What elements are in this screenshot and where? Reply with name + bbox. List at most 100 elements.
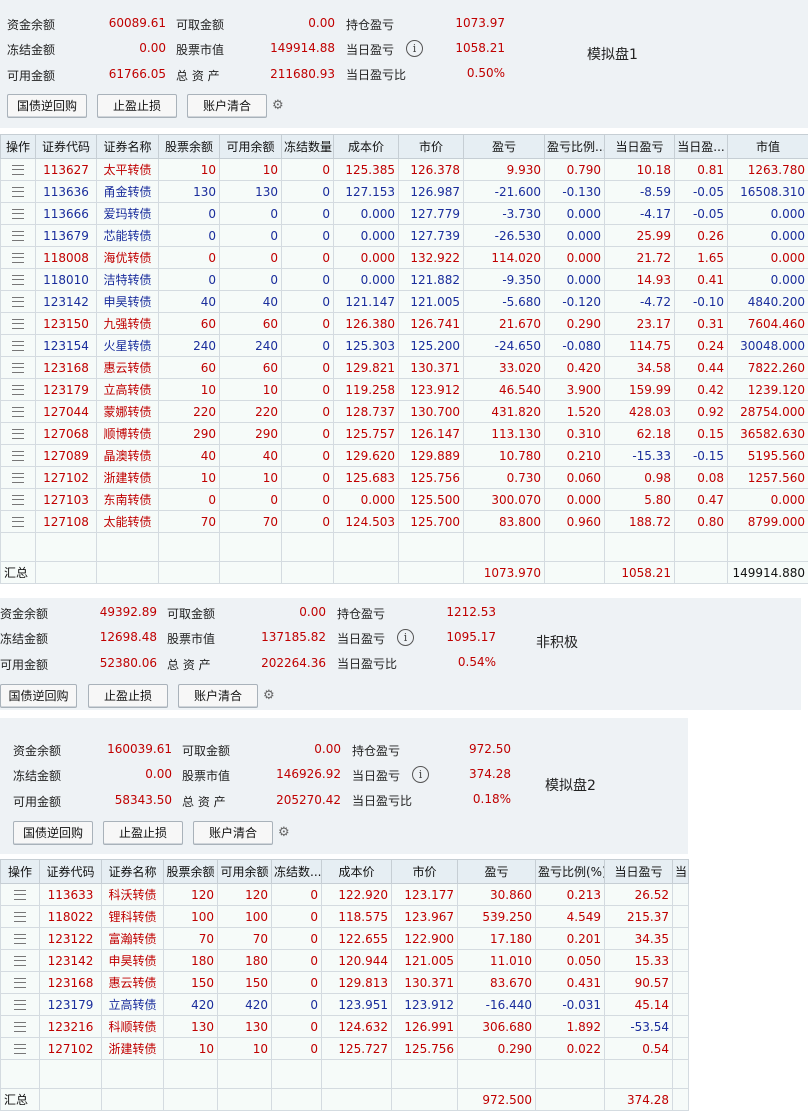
table-row[interactable]: 127102 浙建转债 10 10 0 125.683 125.756 0.730 0.060 0… bbox=[0, 466, 808, 489]
row-menu-cell[interactable] bbox=[0, 466, 36, 489]
repo-button[interactable]: 国债逆回购 bbox=[13, 821, 93, 845]
row-menu-cell[interactable] bbox=[0, 883, 40, 906]
table-row[interactable]: 113679 芯能转债 0 0 0 0.000 127.739 -26.530 0.000 25.… bbox=[0, 224, 808, 247]
row-menu-cell[interactable] bbox=[0, 246, 36, 269]
column-header[interactable]: 冻结数量 bbox=[281, 134, 334, 159]
info-icon[interactable]: i bbox=[406, 40, 423, 57]
hamburger-menu-icon[interactable] bbox=[12, 296, 24, 307]
hamburger-menu-icon[interactable] bbox=[12, 252, 24, 263]
row-menu-cell[interactable] bbox=[0, 312, 36, 335]
row-menu-cell[interactable] bbox=[0, 1015, 40, 1038]
column-header[interactable]: 证券代码 bbox=[39, 859, 102, 884]
clear-account-button[interactable]: 账户清合 bbox=[193, 821, 273, 845]
table-row[interactable]: 123154 火星转债 240 240 0 125.303 125.200 -24.650 -0… bbox=[0, 334, 808, 357]
row-menu-cell[interactable] bbox=[0, 378, 36, 401]
table-row[interactable]: 127068 顺博转债 290 290 0 125.757 126.147 113.130 0.… bbox=[0, 422, 808, 445]
table-row[interactable]: 118008 海优转债 0 0 0 0.000 132.922 114.020 0.000 21.… bbox=[0, 246, 808, 269]
stop-button[interactable]: 止盈止损 bbox=[103, 821, 183, 845]
table-row[interactable]: 123142 申昊转债 180 180 0 120.944 121.005 11.010 0.0… bbox=[0, 949, 689, 972]
hamburger-menu-icon[interactable] bbox=[12, 230, 24, 241]
table-row[interactable]: 123168 惠云转债 60 60 0 129.821 130.371 33.020 0.420… bbox=[0, 356, 808, 379]
hamburger-menu-icon[interactable] bbox=[12, 186, 24, 197]
row-menu-cell[interactable] bbox=[0, 158, 36, 181]
column-header[interactable]: 市值 bbox=[727, 134, 808, 159]
table-row[interactable]: 113633 科沃转债 120 120 0 122.920 123.177 30.860 0.2… bbox=[0, 883, 689, 906]
hamburger-menu-icon[interactable] bbox=[12, 428, 24, 439]
column-header[interactable]: 市价 bbox=[398, 134, 464, 159]
row-menu-cell[interactable] bbox=[0, 400, 36, 423]
clear-account-button[interactable]: 账户清合 bbox=[178, 684, 258, 708]
info-icon[interactable]: i bbox=[397, 629, 414, 646]
column-header[interactable]: 盈亏 bbox=[457, 859, 536, 884]
hamburger-menu-icon[interactable] bbox=[14, 911, 26, 922]
hamburger-menu-icon[interactable] bbox=[12, 208, 24, 219]
table-row[interactable]: 127103 东南转债 0 0 0 0.000 125.500 300.070 0.000 5.8… bbox=[0, 488, 808, 511]
stop-button[interactable]: 止盈止损 bbox=[97, 94, 177, 118]
row-menu-cell[interactable] bbox=[0, 356, 36, 379]
row-menu-cell[interactable] bbox=[0, 1037, 40, 1060]
row-menu-cell[interactable] bbox=[0, 971, 40, 994]
hamburger-menu-icon[interactable] bbox=[14, 933, 26, 944]
row-menu-cell[interactable] bbox=[0, 224, 36, 247]
row-menu-cell[interactable] bbox=[0, 444, 36, 467]
column-header[interactable]: 冻结数... bbox=[271, 859, 322, 884]
table-row[interactable]: 113627 太平转债 10 10 0 125.385 126.378 9.930 0.790 1… bbox=[0, 158, 808, 181]
table-row[interactable]: 118010 洁特转债 0 0 0 0.000 121.882 -9.350 0.000 14.9… bbox=[0, 268, 808, 291]
gear-icon[interactable]: ⚙ bbox=[263, 688, 275, 703]
table-row[interactable]: 127108 太能转债 70 70 0 124.503 125.700 83.800 0.960… bbox=[0, 510, 808, 533]
row-menu-cell[interactable] bbox=[0, 422, 36, 445]
table-row[interactable]: 127089 晶澳转债 40 40 0 129.620 129.889 10.780 0.210… bbox=[0, 444, 808, 467]
column-header[interactable]: 当日盈亏 bbox=[604, 859, 673, 884]
hamburger-menu-icon[interactable] bbox=[12, 472, 24, 483]
row-menu-cell[interactable] bbox=[0, 334, 36, 357]
hamburger-menu-icon[interactable] bbox=[14, 1043, 26, 1054]
hamburger-menu-icon[interactable] bbox=[12, 340, 24, 351]
table-row[interactable]: 127044 蒙娜转债 220 220 0 128.737 130.700 431.820 1.… bbox=[0, 400, 808, 423]
column-header[interactable]: 可用余额 bbox=[217, 859, 272, 884]
hamburger-menu-icon[interactable] bbox=[12, 362, 24, 373]
table-row[interactable]: 113666 爱玛转债 0 0 0 0.000 127.779 -3.730 0.000 -4.1… bbox=[0, 202, 808, 225]
column-header[interactable]: 股票余额 bbox=[163, 859, 218, 884]
hamburger-menu-icon[interactable] bbox=[14, 889, 26, 900]
info-icon[interactable]: i bbox=[412, 766, 429, 783]
table-row[interactable]: 123179 立高转债 420 420 0 123.951 123.912 -16.440 -0… bbox=[0, 993, 689, 1016]
table-row[interactable]: 118022 锂科转债 100 100 0 118.575 123.967 539.250 4.… bbox=[0, 905, 689, 928]
hamburger-menu-icon[interactable] bbox=[12, 164, 24, 175]
clear-account-button[interactable]: 账户清合 bbox=[187, 94, 267, 118]
column-header[interactable]: 当日盈... bbox=[674, 134, 728, 159]
row-menu-cell[interactable] bbox=[0, 510, 36, 533]
column-header[interactable]: 证券代码 bbox=[35, 134, 97, 159]
column-header[interactable]: 盈亏比例(%) bbox=[535, 859, 605, 884]
row-menu-cell[interactable] bbox=[0, 268, 36, 291]
gear-icon[interactable]: ⚙ bbox=[278, 825, 290, 840]
row-menu-cell[interactable] bbox=[0, 905, 40, 928]
repo-button[interactable]: 国债逆回购 bbox=[7, 94, 87, 118]
hamburger-menu-icon[interactable] bbox=[12, 318, 24, 329]
hamburger-menu-icon[interactable] bbox=[12, 516, 24, 527]
row-menu-cell[interactable] bbox=[0, 993, 40, 1016]
hamburger-menu-icon[interactable] bbox=[12, 494, 24, 505]
row-menu-cell[interactable] bbox=[0, 202, 36, 225]
column-header[interactable]: 可用余额 bbox=[219, 134, 282, 159]
column-header[interactable]: 操作 bbox=[0, 134, 36, 159]
column-header[interactable]: 当日 bbox=[672, 859, 689, 884]
hamburger-menu-icon[interactable] bbox=[12, 274, 24, 285]
row-menu-cell[interactable] bbox=[0, 927, 40, 950]
table-row[interactable]: 127102 浙建转债 10 10 0 125.727 125.756 0.290 0.022 0… bbox=[0, 1037, 689, 1060]
repo-button[interactable]: 国债逆回购 bbox=[0, 684, 77, 708]
hamburger-menu-icon[interactable] bbox=[14, 977, 26, 988]
column-header[interactable]: 盈亏 bbox=[463, 134, 545, 159]
column-header[interactable]: 证券名称 bbox=[96, 134, 159, 159]
column-header[interactable]: 成本价 bbox=[321, 859, 392, 884]
table-row[interactable]: 123216 科顺转债 130 130 0 124.632 126.991 306.680 1.… bbox=[0, 1015, 689, 1038]
table-row[interactable]: 123150 九强转债 60 60 0 126.380 126.741 21.670 0.290… bbox=[0, 312, 808, 335]
column-header[interactable]: 证券名称 bbox=[101, 859, 164, 884]
column-header[interactable]: 市价 bbox=[391, 859, 458, 884]
table-row[interactable]: 123122 富瀚转债 70 70 0 122.655 122.900 17.180 0.201… bbox=[0, 927, 689, 950]
row-menu-cell[interactable] bbox=[0, 290, 36, 313]
hamburger-menu-icon[interactable] bbox=[14, 999, 26, 1010]
table-row[interactable]: 123168 惠云转债 150 150 0 129.813 130.371 83.670 0.4… bbox=[0, 971, 689, 994]
hamburger-menu-icon[interactable] bbox=[12, 384, 24, 395]
column-header[interactable]: 当日盈亏 bbox=[604, 134, 675, 159]
row-menu-cell[interactable] bbox=[0, 488, 36, 511]
